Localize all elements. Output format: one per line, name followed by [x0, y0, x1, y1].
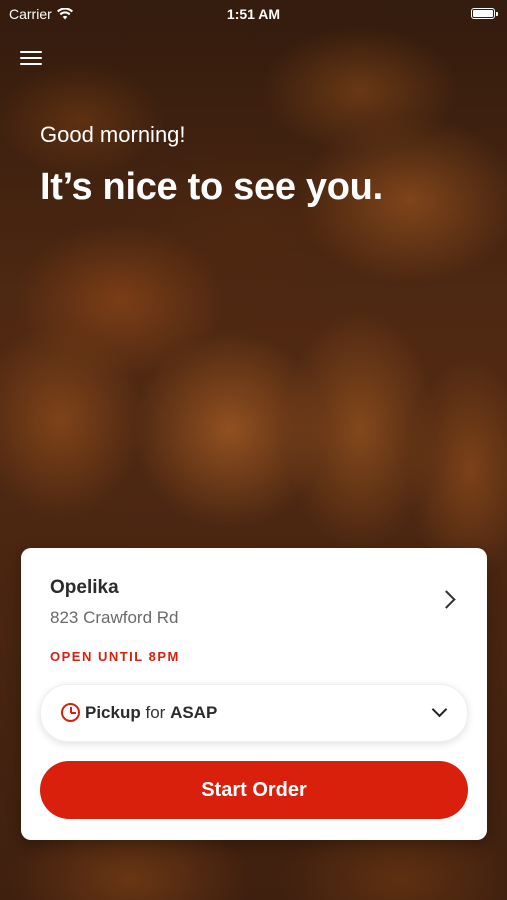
menu-line	[20, 51, 42, 53]
menu-line	[20, 57, 42, 59]
clock-icon	[61, 703, 80, 722]
chevron-down-icon	[431, 701, 448, 718]
store-selector[interactable]: Opelika 823 Crawford Rd	[21, 548, 487, 638]
welcome-headline: It’s nice to see you.	[40, 166, 383, 208]
store-address: 823 Crawford Rd	[50, 608, 179, 627]
pickup-connector: for	[145, 703, 166, 722]
pickup-time: ASAP	[170, 703, 218, 722]
clock-time: 1:51 AM	[226, 6, 281, 22]
pickup-time-selector[interactable]: Pickup for ASAP	[40, 684, 468, 742]
pickup-mode: Pickup	[85, 703, 141, 722]
status-bar: Carrier 1:51 AM	[0, 0, 507, 28]
start-order-button[interactable]: Start Order	[40, 761, 468, 819]
pickup-label: Pickup for ASAP	[85, 703, 217, 723]
menu-line	[20, 63, 42, 65]
greeting-text: Good morning!	[40, 122, 186, 147]
store-name: Opelika	[50, 577, 119, 598]
battery-icon	[471, 8, 498, 19]
store-hours-status: OPEN UNTIL 8PM	[50, 649, 180, 664]
store-card: Opelika 823 Crawford Rd OPEN UNTIL 8PM P…	[21, 548, 487, 840]
hamburger-menu-icon[interactable]	[20, 48, 42, 68]
chevron-right-icon	[437, 590, 456, 609]
